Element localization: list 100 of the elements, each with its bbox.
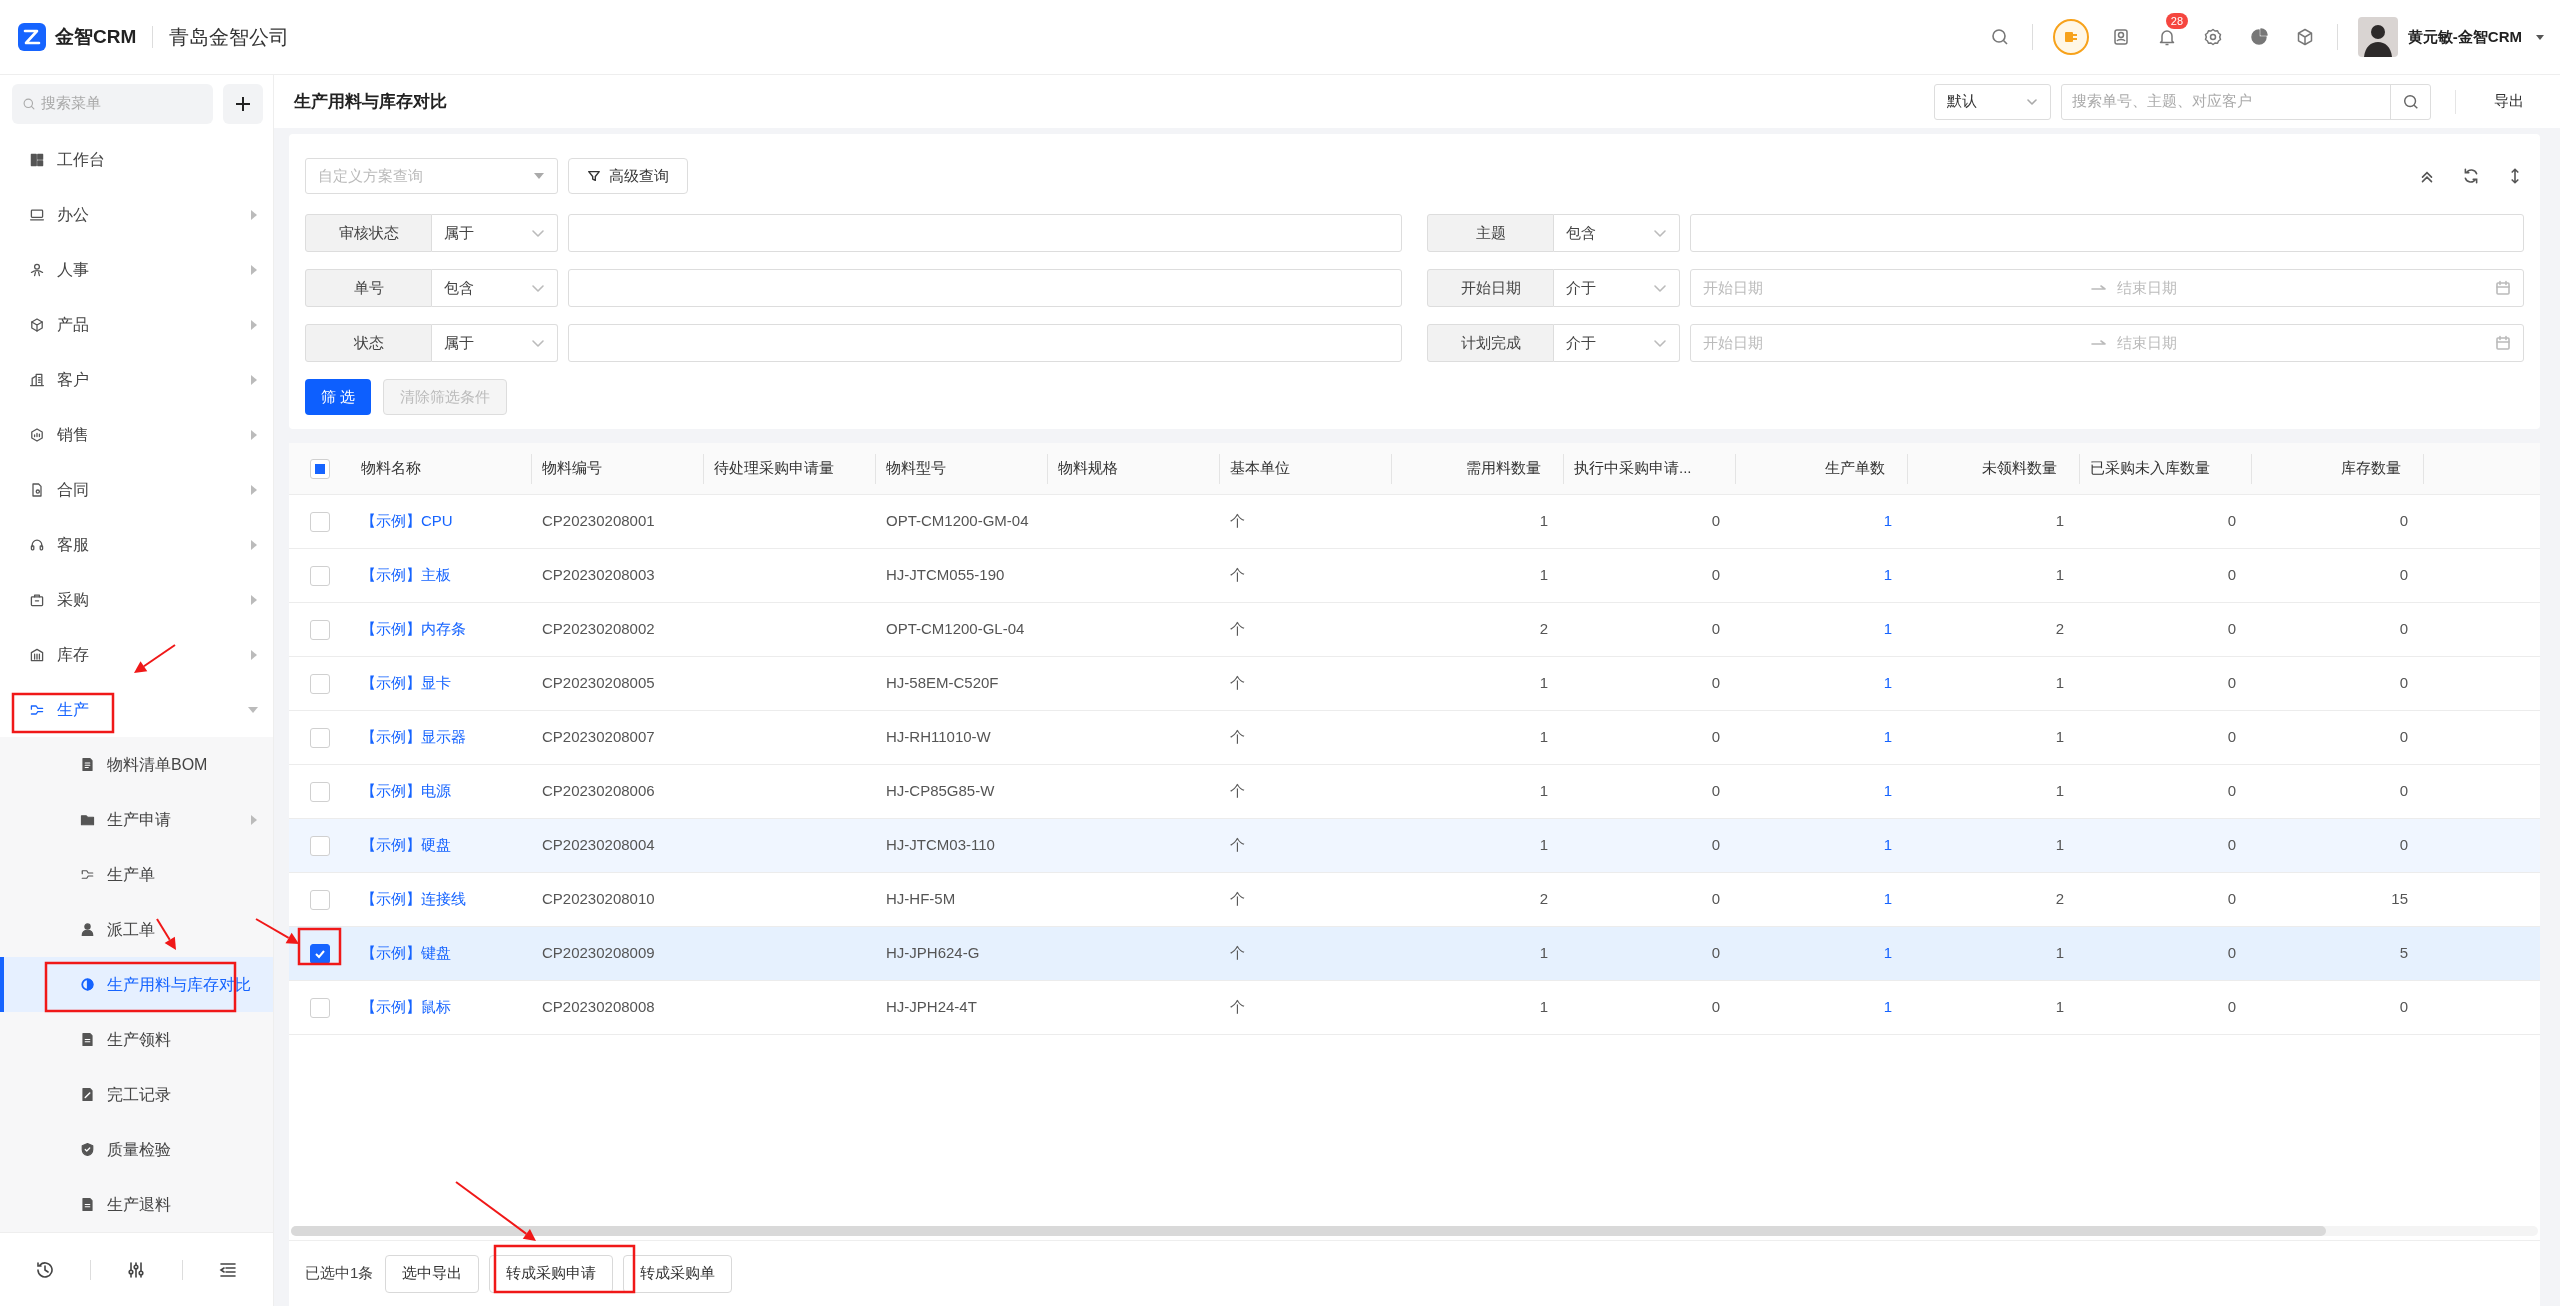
table-cell-text: HJ-RH11010-W <box>886 727 991 748</box>
submenu-item[interactable]: 生产申请 <box>0 792 273 847</box>
company-name: 青岛金智公司 <box>169 25 290 50</box>
table-link[interactable]: 1 <box>1883 780 1892 803</box>
menu-item[interactable]: 客户 <box>0 352 273 407</box>
settings-icon[interactable] <box>2202 27 2223 47</box>
search-icon <box>22 96 36 111</box>
row-checkbox[interactable] <box>310 943 330 964</box>
menu-search-input[interactable]: 搜索菜单 <box>41 92 203 115</box>
table-cell-text: CP20230208001 <box>542 511 655 532</box>
export-button[interactable]: 导出 <box>2480 90 2538 113</box>
table-row[interactable]: 【示例】硬盘 CP20230208004 HJ-JTCM03-110 个 1 0 1 1 0 0 <box>289 819 2540 873</box>
submenu-item[interactable]: 派工单 <box>0 902 273 957</box>
filter-label: 主题 <box>1427 214 1554 252</box>
history-icon[interactable] <box>35 1259 56 1280</box>
table-row[interactable]: 【示例】键盘 CP20230208009 HJ-JPH624-G 个 1 0 1 1 0 5 <box>289 927 2540 981</box>
table-link[interactable]: 【示例】连接线 <box>361 888 466 911</box>
table-cell-text: CP20230208009 <box>542 943 655 964</box>
submenu-item[interactable]: 完工记录 <box>0 1067 273 1122</box>
start-date-input[interactable]: 开始日期 <box>1703 276 2081 300</box>
table-link[interactable]: 【示例】CPU <box>361 510 453 533</box>
operator-select[interactable]: 包含 <box>1554 214 1680 252</box>
operator-select[interactable]: 介于 <box>1554 324 1680 362</box>
filter-input[interactable] <box>568 214 1402 252</box>
advanced-search-button[interactable]: 高级查询 <box>568 158 688 194</box>
date-range-field[interactable]: 开始日期 结束日期 <box>1690 269 2524 307</box>
table-link[interactable]: 【示例】主板 <box>361 564 451 587</box>
select-all-checkbox[interactable] <box>310 458 330 479</box>
submenu-item[interactable]: 生产领料 <box>0 1012 273 1067</box>
submenu-item[interactable]: 生产单 <box>0 847 273 902</box>
filter-input[interactable] <box>568 269 1402 307</box>
operator-select[interactable]: 属于 <box>432 214 558 252</box>
table-link[interactable]: 【示例】键盘 <box>361 942 451 965</box>
search-field[interactable]: 搜索单号、主题、对应客户 <box>2061 83 2431 120</box>
submenu-item[interactable]: 物料清单BOM <box>0 737 273 792</box>
start-date-input[interactable]: 开始日期 <box>1703 331 2081 355</box>
menu-item[interactable]: 人事 <box>0 242 273 297</box>
submenu-item[interactable]: 生产退料 <box>0 1177 273 1232</box>
menu-item[interactable]: 办公 <box>0 187 273 242</box>
table-cell-text: 个 <box>1230 619 1245 640</box>
table-link[interactable]: 1 <box>1883 834 1892 857</box>
menu-item[interactable]: 合同 <box>0 462 273 517</box>
menu-search-field[interactable]: 搜索菜单 <box>12 83 213 124</box>
table-cell-text: 个 <box>1230 835 1245 856</box>
table-link[interactable]: 【示例】硬盘 <box>361 834 451 857</box>
menu-item[interactable]: 采购 <box>0 572 273 627</box>
table-cell-text: 1 <box>2055 943 2064 964</box>
table-link[interactable]: 1 <box>1883 942 1892 965</box>
add-button[interactable] <box>223 83 263 124</box>
menu-item[interactable]: 产品 <box>0 297 273 352</box>
sliders-icon[interactable] <box>126 1259 147 1280</box>
horizontal-scrollbar[interactable] <box>291 1226 2538 1236</box>
expand-arrow-icon <box>249 538 259 551</box>
filter-input[interactable] <box>1690 214 2524 252</box>
table-cell-text: 0 <box>1711 727 1720 748</box>
table-link[interactable]: 【示例】内存条 <box>361 618 466 641</box>
date-range-field[interactable]: 开始日期 结束日期 <box>1690 324 2524 362</box>
table-cell-text: 个 <box>1230 943 1245 964</box>
user-avatar[interactable] <box>2357 17 2398 57</box>
menu-item[interactable]: 客服 <box>0 517 273 572</box>
table-link[interactable]: 1 <box>1883 672 1892 695</box>
pie-chart-icon[interactable] <box>2248 27 2269 47</box>
table-link[interactable]: 1 <box>1883 564 1892 587</box>
table-link[interactable]: 1 <box>1883 618 1892 641</box>
submenu-item[interactable]: 质量检验 <box>0 1122 273 1177</box>
end-date-input[interactable]: 结束日期 <box>2117 276 2495 300</box>
table-link[interactable]: 1 <box>1883 726 1892 749</box>
menu-item[interactable]: 生产 <box>0 682 273 737</box>
dashboard-icon <box>29 151 45 168</box>
table-cell-text: 0 <box>2227 943 2236 964</box>
operator-select[interactable]: 介于 <box>1554 269 1680 307</box>
table-link[interactable]: 【示例】电源 <box>361 780 451 803</box>
filter-input[interactable] <box>568 324 1402 362</box>
submenu-item[interactable]: 生产用料与库存对比 <box>0 957 273 1012</box>
table-cell-text: OPT-CM1200-GM-04 <box>886 511 1029 532</box>
table-link[interactable]: 1 <box>1883 510 1892 533</box>
search-input[interactable]: 搜索单号、主题、对应客户 <box>2062 84 2390 119</box>
table-link[interactable]: 【示例】显示器 <box>361 726 466 749</box>
action-button[interactable]: 转成采购申请 <box>489 1254 614 1293</box>
menu-item[interactable]: 销售 <box>0 407 273 462</box>
table-cell-text: 0 <box>1711 673 1720 694</box>
operator-select[interactable]: 属于 <box>432 324 558 362</box>
user-name[interactable]: 黄元敏-金智CRM <box>2407 25 2522 49</box>
search-icon[interactable] <box>1989 27 2010 47</box>
view-select[interactable]: 默认 <box>1934 83 2051 120</box>
menu-item[interactable]: 工作台 <box>0 132 273 187</box>
table-link[interactable]: 1 <box>1883 996 1892 1019</box>
column-header: 待处理采购申请量 <box>714 458 834 479</box>
filter-button[interactable]: 筛 选 <box>305 379 372 415</box>
table-link[interactable]: 【示例】鼠标 <box>361 996 451 1019</box>
refresh-icon[interactable] <box>2462 167 2480 185</box>
end-date-input[interactable]: 结束日期 <box>2117 331 2495 355</box>
menu-item[interactable]: 库存 <box>0 627 273 682</box>
action-button[interactable]: 选中导出 <box>385 1254 480 1293</box>
table-link[interactable]: 1 <box>1883 888 1892 911</box>
action-button[interactable]: 转成采购单 <box>623 1254 733 1293</box>
operator-select[interactable]: 包含 <box>432 269 558 307</box>
table-cell-text: 个 <box>1230 889 1245 910</box>
table-link[interactable]: 【示例】显卡 <box>361 672 451 695</box>
table-cell-text: CP20230208005 <box>542 673 655 694</box>
